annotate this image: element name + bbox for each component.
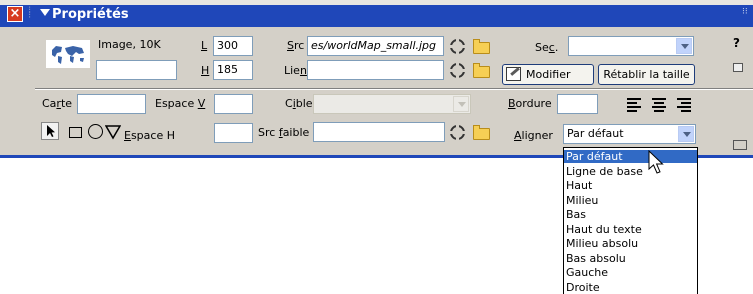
folder-icon[interactable]	[473, 125, 490, 140]
edit-note-icon[interactable]	[733, 63, 743, 72]
align-label: Aligner	[514, 129, 553, 142]
image-name-field[interactable]	[96, 60, 177, 80]
link-field[interactable]	[307, 60, 444, 80]
close-icon[interactable]: ×	[7, 6, 23, 22]
sec-select[interactable]	[568, 36, 694, 56]
sec-label: Sec.	[535, 41, 559, 54]
edit-button[interactable]: Modifier	[502, 64, 594, 85]
lowsrc-label: Src faible	[258, 126, 310, 139]
image-info-label: Image, 10K	[98, 38, 161, 51]
align-left-icon[interactable]	[627, 98, 643, 112]
align-option[interactable]: Par défaut	[564, 150, 697, 163]
align-option[interactable]: Haut	[564, 179, 697, 192]
target-label: Cible	[285, 97, 313, 110]
align-dropdown-list[interactable]: Par défaut Ligne de base Haut Milieu Bas Haut…	[563, 147, 698, 294]
align-option[interactable]: Droite	[564, 281, 697, 294]
lowsrc-field[interactable]	[313, 122, 445, 142]
align-right-icon[interactable]	[677, 98, 693, 112]
align-option[interactable]: Bas absolu	[564, 252, 697, 265]
folder-icon[interactable]	[473, 39, 490, 54]
height-label: H	[201, 64, 210, 77]
height-field[interactable]: 185	[213, 60, 253, 80]
border-field[interactable]	[557, 94, 598, 114]
chevron-down-icon[interactable]	[678, 126, 694, 142]
chevron-down-icon[interactable]	[676, 38, 692, 54]
circle-hotspot-icon[interactable]	[88, 124, 103, 139]
map-label: Carte	[42, 97, 73, 110]
vspace-label: Espace V	[155, 97, 206, 110]
align-option[interactable]: Haut du texte	[564, 223, 697, 236]
link-label: Lien	[284, 64, 307, 77]
width-label: L	[201, 39, 208, 52]
align-option[interactable]: Milieu absolu	[564, 237, 697, 250]
src-field[interactable]: es/worldMap_small.jpg	[307, 36, 444, 56]
mouse-cursor-icon	[648, 149, 666, 179]
chevron-down-icon	[453, 96, 469, 112]
align-option[interactable]: Gauche	[564, 266, 697, 279]
arrow-pointer-icon	[47, 125, 55, 137]
world-map-thumbnail	[46, 40, 90, 68]
drag-grip-icon[interactable]: ⁝ ⁝	[28, 6, 31, 21]
point-to-file-icon[interactable]	[449, 38, 466, 55]
width-field[interactable]: 300	[213, 36, 253, 56]
section-divider	[35, 88, 753, 90]
align-center-icon[interactable]	[652, 98, 668, 112]
hspace-label: Espace H	[124, 129, 175, 142]
help-icon[interactable]: ?	[733, 36, 740, 50]
hspace-field[interactable]	[214, 123, 253, 143]
target-select[interactable]	[313, 94, 471, 114]
collapse-triangle-icon[interactable]	[40, 9, 50, 16]
panel-title[interactable]: Propriétés	[52, 7, 129, 22]
align-option[interactable]: Bas	[564, 208, 697, 221]
map-name-field[interactable]	[77, 94, 146, 114]
align-option[interactable]: Milieu	[564, 194, 697, 207]
align-select[interactable]: Par défaut	[563, 124, 696, 144]
expand-panel-icon[interactable]	[733, 140, 747, 150]
border-label: Bordure	[508, 97, 552, 110]
vspace-field[interactable]	[214, 94, 253, 114]
rectangle-hotspot-icon[interactable]	[69, 127, 82, 138]
point-to-file-icon[interactable]	[449, 124, 466, 141]
align-option[interactable]: Ligne de base	[564, 165, 697, 178]
reset-size-button[interactable]: Rétablir la taille	[598, 64, 695, 85]
polygon-hotspot-icon[interactable]	[104, 124, 122, 143]
folder-icon[interactable]	[473, 63, 490, 78]
panel-options-icon[interactable]: ⁝⁝	[742, 8, 748, 17]
src-label: Src	[287, 39, 305, 52]
pointer-hotspot-tool[interactable]	[41, 122, 59, 140]
point-to-file-icon[interactable]	[449, 62, 466, 79]
